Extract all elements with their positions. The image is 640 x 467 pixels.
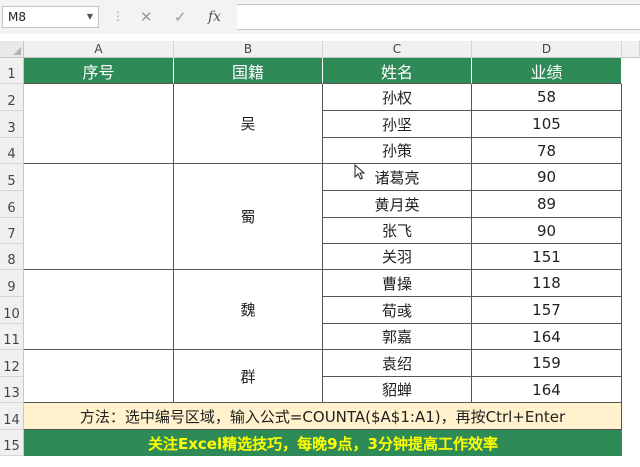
cancel-icon[interactable]: ✕ [140, 7, 153, 27]
row-header-12[interactable]: 12 [0, 350, 24, 377]
seq-merged-cell[interactable] [24, 164, 174, 270]
mouse-pointer-icon [354, 164, 366, 180]
formula-input[interactable] [237, 4, 640, 30]
row-header-1[interactable]: 1 [0, 58, 24, 84]
seq-merged-cell[interactable] [24, 84, 174, 164]
score-cell[interactable]: 164 [472, 377, 622, 403]
more-options-icon[interactable]: ⋮ [112, 9, 124, 23]
column-header-empty [622, 41, 640, 58]
score-cell[interactable]: 118 [472, 270, 622, 297]
name-box[interactable]: M8 ▼ [2, 6, 99, 28]
name-cell[interactable]: 孙权 [323, 84, 472, 111]
row-header-15[interactable]: 15 [0, 430, 24, 456]
score-cell[interactable]: 151 [472, 244, 622, 270]
row-header-5[interactable]: 5 [0, 164, 24, 191]
column-header-a[interactable]: A [24, 41, 174, 58]
row-header-9[interactable]: 9 [0, 270, 24, 297]
name-cell[interactable]: 黄月英 [323, 191, 472, 218]
name-cell[interactable]: 关羽 [323, 244, 472, 270]
score-cell[interactable]: 164 [472, 324, 622, 350]
name-box-value: M8 [8, 10, 26, 24]
country-merged-cell[interactable]: 群 [174, 350, 323, 403]
enter-icon[interactable]: ✓ [174, 7, 187, 27]
row-header-8[interactable]: 8 [0, 244, 24, 270]
row-header-7[interactable]: 7 [0, 218, 24, 244]
header-cell-country[interactable]: 国籍 [174, 58, 323, 84]
name-cell[interactable]: 郭嘉 [323, 324, 472, 350]
row-header-4[interactable]: 4 [0, 138, 24, 164]
country-merged-cell[interactable]: 蜀 [174, 164, 323, 270]
row-header-2[interactable]: 2 [0, 84, 24, 111]
row-header-14[interactable]: 14 [0, 403, 24, 430]
seq-merged-cell[interactable] [24, 270, 174, 350]
header-cell-seq[interactable]: 序号 [24, 58, 174, 84]
column-header-c[interactable]: C [323, 41, 472, 58]
grid-right-edge [622, 58, 640, 467]
score-cell[interactable]: 90 [472, 164, 622, 191]
name-cell[interactable]: 孙策 [323, 138, 472, 164]
score-cell[interactable]: 90 [472, 218, 622, 244]
name-cell[interactable]: 貂蝉 [323, 377, 472, 403]
score-cell[interactable]: 58 [472, 84, 622, 111]
name-cell[interactable]: 袁绍 [323, 350, 472, 377]
row-header-10[interactable]: 10 [0, 297, 24, 324]
row-header-11[interactable]: 11 [0, 324, 24, 350]
score-cell[interactable]: 157 [472, 297, 622, 324]
formula-bar: M8 ▼ ⋮ ✕ ✓ fx [0, 0, 640, 34]
insert-function-icon[interactable]: fx [208, 7, 221, 27]
header-cell-score[interactable]: 业绩 [472, 58, 622, 84]
select-all-corner[interactable] [0, 41, 24, 58]
name-cell[interactable]: 曹操 [323, 270, 472, 297]
name-cell[interactable]: 荀彧 [323, 297, 472, 324]
score-cell[interactable]: 78 [472, 138, 622, 164]
country-merged-cell[interactable]: 吴 [174, 84, 323, 164]
chevron-down-icon[interactable]: ▼ [87, 7, 93, 27]
country-merged-cell[interactable]: 魏 [174, 270, 323, 350]
score-cell[interactable]: 159 [472, 350, 622, 377]
promo-banner-cell[interactable]: 关注Excel精选技巧，每晚9点，3分钟提高工作效率 [24, 430, 622, 456]
name-cell[interactable]: 孙坚 [323, 111, 472, 138]
score-cell[interactable]: 89 [472, 191, 622, 218]
row-header-3[interactable]: 3 [0, 111, 24, 138]
column-header-d[interactable]: D [472, 41, 622, 58]
name-cell[interactable]: 诸葛亮 [323, 164, 472, 191]
seq-merged-cell[interactable] [24, 350, 174, 403]
header-cell-name[interactable]: 姓名 [323, 58, 472, 84]
score-cell[interactable]: 105 [472, 111, 622, 138]
name-cell[interactable]: 张飞 [323, 218, 472, 244]
column-header-b[interactable]: B [174, 41, 323, 58]
row-header-6[interactable]: 6 [0, 191, 24, 218]
method-note-cell[interactable]: 方法：选中编号区域，输入公式=COUNTA($A$1:A1)，再按Ctrl+En… [24, 403, 622, 430]
row-header-13[interactable]: 13 [0, 377, 24, 403]
